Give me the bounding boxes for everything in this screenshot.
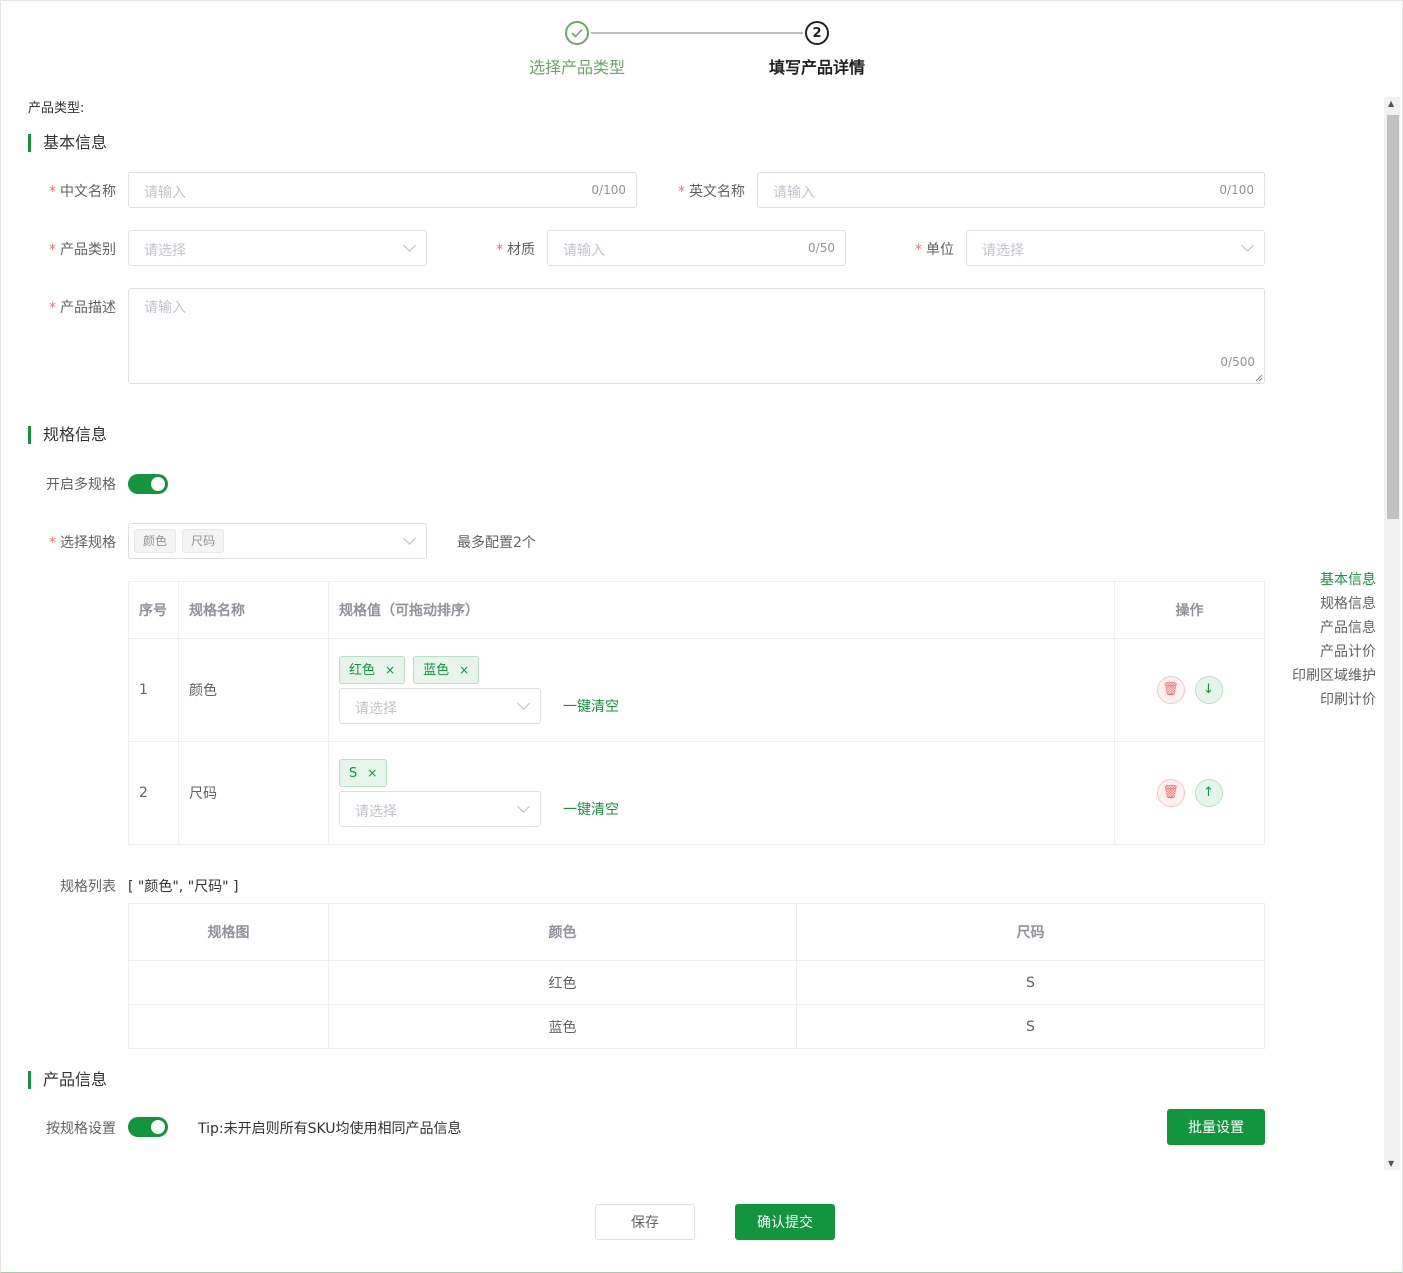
by-spec-tip: Tip:未开启则所有SKU均使用相同产品信息 <box>198 1121 462 1137</box>
close-icon[interactable]: × <box>385 663 395 677</box>
spec-row-index: 2 <box>128 741 179 845</box>
chevron-down-icon <box>403 239 416 252</box>
form-scroll-area[interactable]: 产品类型: 基本信息 * 中文名称 请输入 0/100 * 英文名称 请输入 0/1… <box>0 97 1403 1170</box>
spec-th-values: 规格值（可拖动排序） <box>328 581 1115 639</box>
scrollbar-thumb[interactable] <box>1387 115 1399 519</box>
anchor-basic[interactable]: 基本信息 <box>1320 569 1376 589</box>
desc-textarea[interactable]: 请输入 0/500 <box>128 288 1265 384</box>
scroll-down-icon[interactable]: ▼ <box>1388 1159 1394 1168</box>
en-name-input[interactable]: 请输入 0/100 <box>757 172 1265 208</box>
step-indicator: 2 选择产品类型 填写产品详情 <box>0 20 1403 80</box>
batch-settings-button[interactable]: 批量设置 <box>1167 1109 1265 1145</box>
arrow-down-icon[interactable]: ↓ <box>1194 676 1223 704</box>
clear-all-link[interactable]: 一键清空 <box>563 802 619 818</box>
list-cell-color: 蓝色 <box>328 1004 797 1049</box>
delete-icon[interactable]: 🗑 <box>1156 676 1185 704</box>
chevron-down-icon <box>517 800 530 813</box>
anchor-print-pricing[interactable]: 印刷计价 <box>1320 689 1376 709</box>
spec-th-name: 规格名称 <box>178 581 329 639</box>
list-cell-image <box>128 960 329 1005</box>
list-th-image: 规格图 <box>128 903 329 961</box>
section-title-product: 产品信息 <box>28 1071 107 1089</box>
spec-list-table: 规格图 颜色 尺码 红色 S 蓝色 S <box>128 903 1265 1049</box>
list-cell-image <box>128 1004 329 1049</box>
spec-row-name: 颜色 <box>178 638 329 742</box>
delete-icon[interactable]: 🗑 <box>1156 779 1185 807</box>
step-connector <box>591 32 803 34</box>
close-icon[interactable]: × <box>459 663 469 677</box>
table-row: 红色 S <box>128 960 1265 1005</box>
multi-spec-label: 开启多规格 <box>46 477 116 493</box>
select-spec-label: * 选择规格 <box>49 535 116 551</box>
save-button[interactable]: 保存 <box>595 1204 695 1240</box>
unit-select[interactable]: 请选择 <box>966 230 1265 266</box>
resize-handle-icon[interactable] <box>1255 374 1263 382</box>
cn-name-label: * 中文名称 <box>49 184 116 200</box>
spec-value-select[interactable]: 请选择 <box>339 688 541 724</box>
spec-value-tag: 红色 × <box>339 656 406 684</box>
list-th-color: 颜色 <box>328 903 797 961</box>
spec-th-index: 序号 <box>128 581 179 639</box>
select-spec-select[interactable]: 颜色 尺码 <box>128 523 427 559</box>
desc-label: * 产品描述 <box>49 300 116 316</box>
table-row: 1 颜色 红色 × 蓝色 × 请选择 一键清空 🗑 ↓ <box>128 638 1265 742</box>
en-name-label: * 英文名称 <box>678 184 745 200</box>
material-input[interactable]: 请输入 0/50 <box>547 230 846 266</box>
spec-list-value: [ "颜色", "尺码" ] <box>128 879 239 895</box>
select-spec-hint: 最多配置2个 <box>457 535 536 551</box>
chevron-down-icon <box>1241 239 1254 252</box>
desc-count: 0/500 <box>1220 355 1255 369</box>
list-cell-size: S <box>796 1004 1265 1049</box>
table-row: 2 尺码 S × 请选择 一键清空 🗑 ↑ <box>128 741 1265 845</box>
spec-row-name: 尺码 <box>178 741 329 845</box>
anchor-spec[interactable]: 规格信息 <box>1320 593 1376 613</box>
arrow-up-icon[interactable]: ↑ <box>1194 779 1223 807</box>
list-cell-size: S <box>796 960 1265 1005</box>
spec-tag-size: 尺码 <box>182 529 225 553</box>
material-count: 0/50 <box>808 241 835 255</box>
chevron-down-icon <box>403 532 416 545</box>
en-name-count: 0/100 <box>1219 183 1254 197</box>
spec-table: 序号 规格名称 规格值（可拖动排序） 操作 1 颜色 红色 × 蓝色 × 请选择一键清… <box>128 581 1265 845</box>
spec-value-select[interactable]: 请选择 <box>339 791 541 827</box>
cn-name-input[interactable]: 请输入 0/100 <box>128 172 637 208</box>
spec-tag-color: 颜色 <box>134 529 177 553</box>
spec-th-actions: 操作 <box>1114 581 1265 639</box>
anchor-product[interactable]: 产品信息 <box>1320 617 1376 637</box>
by-spec-switch[interactable] <box>128 1117 168 1137</box>
unit-label: * 单位 <box>915 242 954 258</box>
category-select[interactable]: 请选择 <box>128 230 427 266</box>
product-type-label: 产品类型: <box>28 101 85 116</box>
submit-button[interactable]: 确认提交 <box>735 1204 835 1240</box>
anchor-product-pricing[interactable]: 产品计价 <box>1320 641 1376 661</box>
spec-list-label: 规格列表 <box>60 879 116 895</box>
cn-name-count: 0/100 <box>591 183 626 197</box>
clear-all-link[interactable]: 一键清空 <box>563 699 619 715</box>
section-title-basic: 基本信息 <box>28 134 107 152</box>
spec-value-tag: S × <box>339 759 388 787</box>
spec-row-index: 1 <box>128 638 179 742</box>
scroll-up-icon[interactable]: ▲ <box>1388 99 1394 108</box>
anchor-print-area[interactable]: 印刷区域维护 <box>1292 665 1376 685</box>
list-th-size: 尺码 <box>796 903 1265 961</box>
step-2-number: 2 <box>805 21 829 45</box>
spec-value-tag: 蓝色 × <box>413 656 480 684</box>
step-2-label: 填写产品详情 <box>769 58 866 77</box>
close-icon[interactable]: × <box>367 766 377 780</box>
step-1-check-icon <box>565 21 589 45</box>
chevron-down-icon <box>517 697 530 710</box>
table-row: 蓝色 S <box>128 1004 1265 1049</box>
multi-spec-switch[interactable] <box>128 474 168 494</box>
section-title-spec: 规格信息 <box>28 426 107 444</box>
by-spec-label: 按规格设置 <box>46 1121 116 1137</box>
scrollbar[interactable]: ▲ ▼ <box>1384 97 1400 1170</box>
step-1-label: 选择产品类型 <box>529 58 626 77</box>
material-label: * 材质 <box>496 242 535 258</box>
list-cell-color: 红色 <box>328 960 797 1005</box>
category-label: * 产品类别 <box>49 242 116 258</box>
